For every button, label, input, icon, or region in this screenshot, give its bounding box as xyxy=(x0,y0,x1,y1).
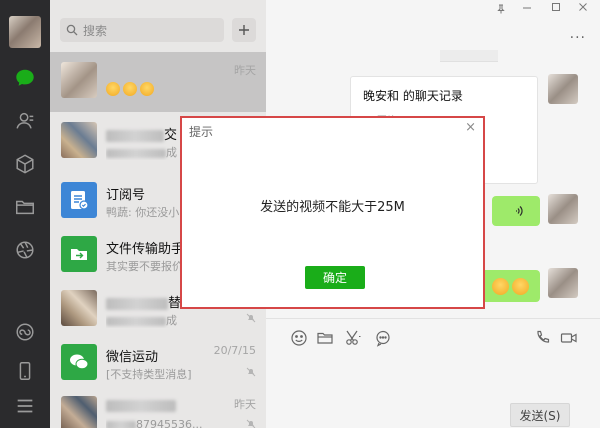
confirm-button[interactable]: 确定 xyxy=(305,266,365,289)
sender-avatar xyxy=(548,268,578,298)
moments-aperture-icon[interactable] xyxy=(13,238,37,262)
subscription-icon xyxy=(61,182,97,218)
chat-preview: 87945536... xyxy=(106,418,236,428)
smiley-icon xyxy=(106,82,120,96)
search-icon xyxy=(66,24,78,36)
phone-icon[interactable] xyxy=(13,359,37,383)
sender-avatar xyxy=(548,74,578,104)
more-options-icon[interactable]: ··· xyxy=(570,30,586,46)
voice-wave-icon xyxy=(516,206,523,216)
emoji-message-bubble[interactable] xyxy=(480,270,540,302)
voice-message-bubble[interactable] xyxy=(492,196,540,226)
group-avatar xyxy=(61,290,97,326)
pin-icon[interactable] xyxy=(496,4,506,17)
favorites-cube-icon[interactable] xyxy=(13,152,37,176)
smiley-icon xyxy=(492,277,509,295)
smiley-icon xyxy=(123,82,137,96)
plus-icon xyxy=(239,25,249,35)
navigation-sidebar xyxy=(0,0,50,428)
mini-programs-icon[interactable] xyxy=(13,320,37,344)
wechat-sports-icon xyxy=(61,344,97,380)
search-placeholder: 搜索 xyxy=(83,23,108,38)
close-icon[interactable]: × xyxy=(465,120,476,135)
contacts-icon[interactable] xyxy=(13,109,37,133)
chat-avatar xyxy=(61,62,97,98)
emoji-icon[interactable] xyxy=(290,329,308,347)
chat-time: 昨天 xyxy=(234,398,256,411)
mute-bell-icon xyxy=(246,367,256,377)
alert-dialog: 提示 × 发送的视频不能大于25M 确定 xyxy=(180,116,485,309)
chat-item[interactable]: 昨天 xyxy=(50,52,266,112)
dialog-title: 提示 xyxy=(189,125,214,139)
chat-name: 交 xyxy=(106,124,177,143)
minimize-button[interactable] xyxy=(522,2,532,15)
chat-icon[interactable] xyxy=(13,66,37,90)
chat-name: 订阅号 xyxy=(106,188,146,203)
user-avatar[interactable] xyxy=(9,16,41,48)
card-title: 晚安和 的聊天记录 xyxy=(363,89,463,103)
video-call-icon[interactable] xyxy=(560,329,578,347)
chat-time: 20/7/15 xyxy=(213,344,256,357)
mute-bell-icon xyxy=(246,313,256,323)
search-box[interactable]: 搜索 xyxy=(60,18,224,42)
file-transfer-icon xyxy=(61,236,97,272)
group-avatar xyxy=(61,396,97,428)
group-avatar xyxy=(61,122,97,158)
scissors-icon[interactable] xyxy=(344,329,362,347)
send-button[interactable]: 发送(S) xyxy=(510,403,570,427)
dialog-message: 发送的视频不能大于25M xyxy=(260,200,405,215)
mute-bell-icon xyxy=(246,419,256,428)
chat-preview: 成 xyxy=(106,312,236,328)
voice-call-icon[interactable] xyxy=(534,329,552,347)
chat-item[interactable]: 87945536... 昨天 xyxy=(50,386,266,428)
chat-bubble-icon[interactable] xyxy=(374,329,392,347)
loading-bar xyxy=(440,50,498,62)
sender-avatar xyxy=(548,194,578,224)
folder-icon[interactable] xyxy=(316,329,334,347)
chat-time: 昨天 xyxy=(234,64,256,77)
chat-item[interactable]: 微信运动 [不支持类型消息] 20/7/15 xyxy=(50,334,266,394)
folder-icon[interactable] xyxy=(13,195,37,219)
chat-name: 文件传输助手 xyxy=(106,242,185,257)
chat-emoji-preview xyxy=(106,82,236,96)
chat-name xyxy=(106,398,176,413)
chat-name: 微信运动 xyxy=(106,350,159,365)
smiley-icon xyxy=(512,277,529,295)
close-window-button[interactable] xyxy=(578,2,588,15)
add-button[interactable] xyxy=(232,18,256,42)
maximize-button[interactable] xyxy=(551,2,561,15)
input-area: 发送(S) xyxy=(266,318,600,428)
chat-preview: [不支持类型消息] xyxy=(106,368,192,381)
chat-name: 替 xyxy=(106,292,181,311)
menu-icon[interactable] xyxy=(13,394,37,418)
smiley-icon xyxy=(140,82,154,96)
